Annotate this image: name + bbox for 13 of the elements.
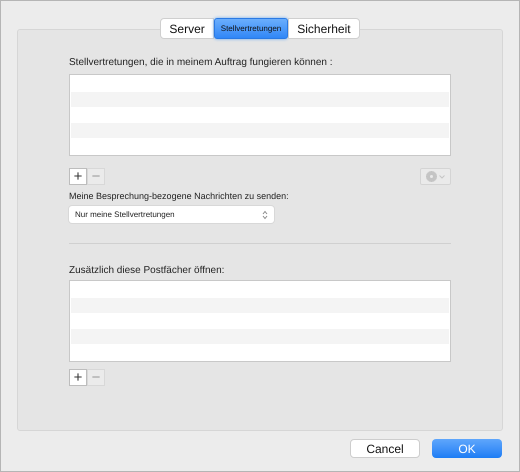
popup-button[interactable]: Nur meine Stellvertretungen xyxy=(69,206,274,223)
section-label: Stellvertretungen, die in meinem Auftrag fungieren können : xyxy=(69,56,334,70)
tab[interactable]: Sicherheit xyxy=(288,18,360,39)
section-label: Zusätzlich diese Postfächer öffnen: xyxy=(69,264,226,278)
cancel-button[interactable]: Cancel xyxy=(350,439,420,458)
section-label: Meine Besprechung-bezogene Nachrichten zu senden: xyxy=(69,190,290,203)
stepper-icon xyxy=(262,210,268,220)
popup-value: Nur meine Stellvertretungen xyxy=(75,208,175,220)
caret-icon xyxy=(439,174,445,178)
tab[interactable]: Stellvertretungen xyxy=(214,18,288,39)
add-button[interactable]: + xyxy=(69,369,87,386)
tab[interactable]: Server xyxy=(160,18,214,39)
add-button[interactable]: + xyxy=(69,168,87,185)
